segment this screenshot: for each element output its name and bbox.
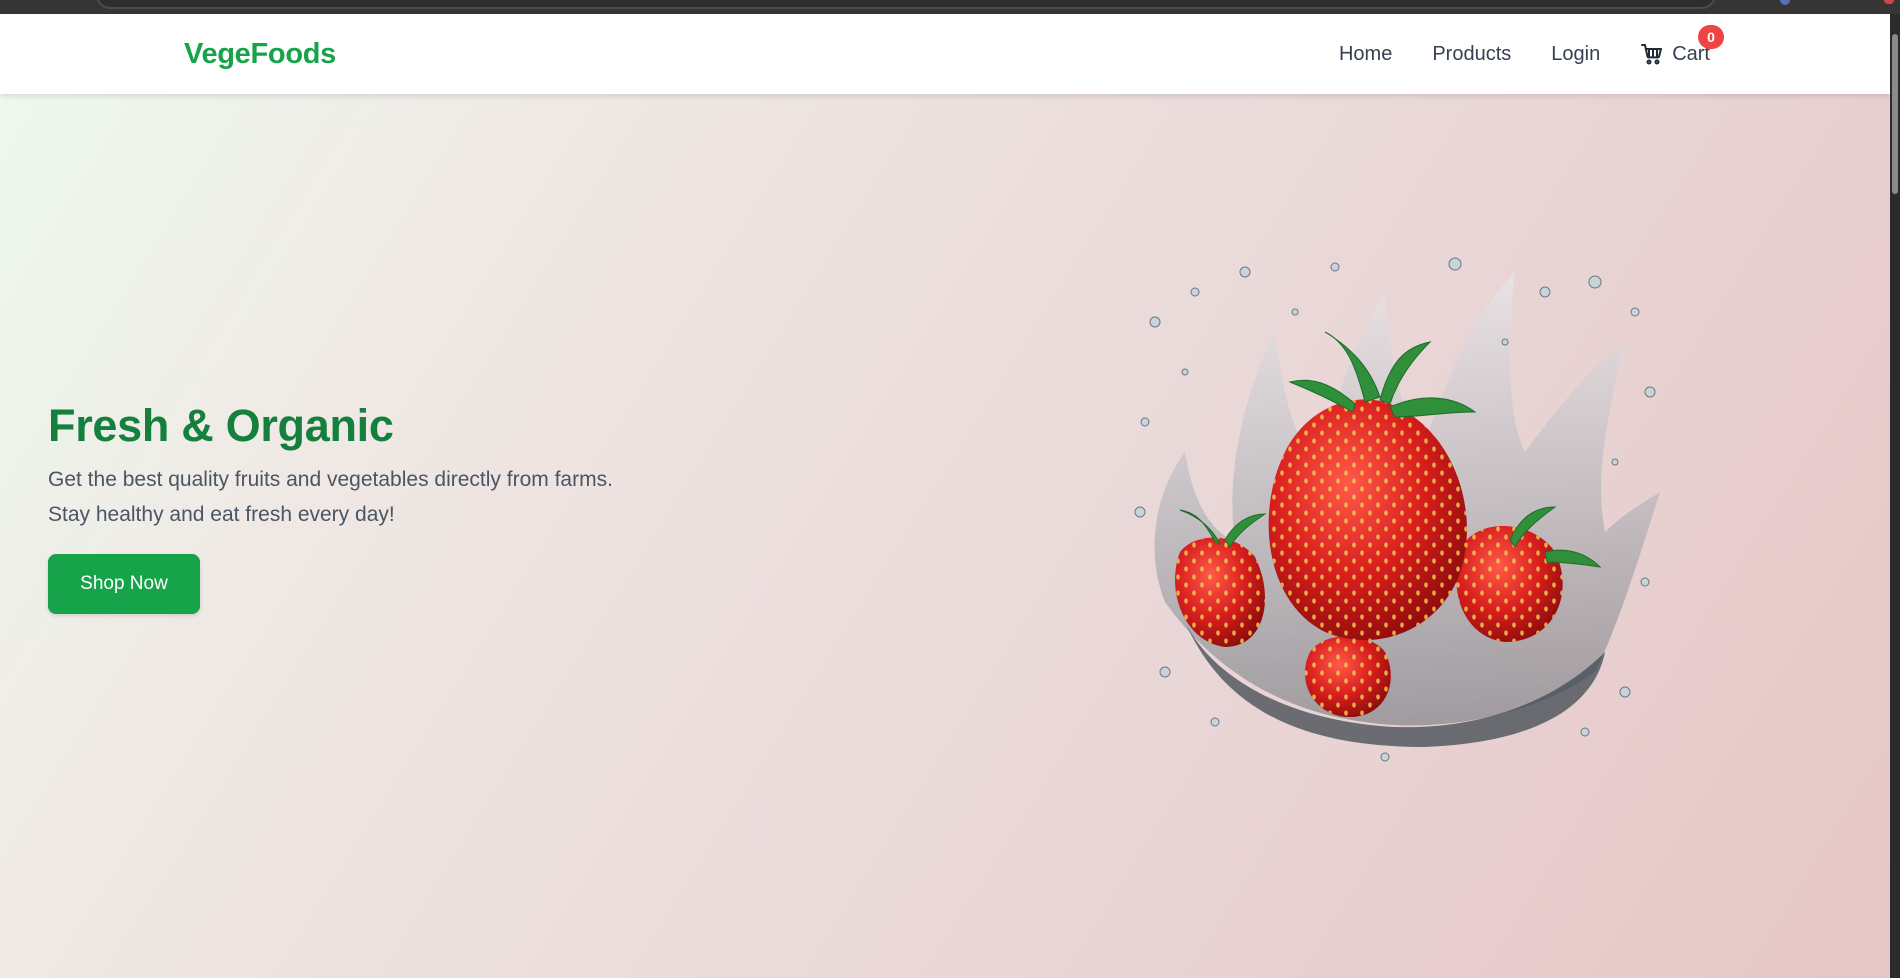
cart-count-badge: 0	[1698, 25, 1724, 49]
nav-login-link[interactable]: Login	[1551, 43, 1600, 66]
strawberries-splash-image	[1134, 257, 1660, 762]
hero-subtitle: Get the best quality fruits and vegetabl…	[48, 462, 808, 532]
address-bar[interactable]	[96, 0, 1716, 9]
browser-chrome	[0, 0, 1900, 14]
main-nav: Home Products Login Cart 0	[1339, 14, 1724, 94]
shopping-cart-icon	[1641, 44, 1663, 65]
hero-subtitle-line2: Stay healthy and eat fresh every day!	[48, 503, 395, 526]
page-viewport: VegeFoods Home Products Login Cart 0 Fre…	[0, 14, 1890, 978]
hero-section: Fresh & Organic Get the best quality fru…	[48, 399, 808, 614]
page-scrollbar[interactable]	[1890, 14, 1900, 978]
site-header: VegeFoods Home Products Login Cart 0	[0, 14, 1890, 94]
nav-cart-link[interactable]: Cart 0	[1640, 25, 1724, 66]
extension-icon[interactable]	[1780, 0, 1790, 5]
notification-icon[interactable]	[1884, 0, 1894, 4]
hero-subtitle-line1: Get the best quality fruits and vegetabl…	[48, 468, 613, 491]
shop-now-button[interactable]: Shop Now	[48, 554, 200, 614]
hero-title: Fresh & Organic	[48, 400, 394, 451]
nav-home-link[interactable]: Home	[1339, 43, 1392, 66]
nav-products-link[interactable]: Products	[1432, 43, 1511, 66]
scrollbar-thumb[interactable]	[1892, 34, 1898, 194]
brand-logo[interactable]: VegeFoods	[184, 38, 336, 71]
